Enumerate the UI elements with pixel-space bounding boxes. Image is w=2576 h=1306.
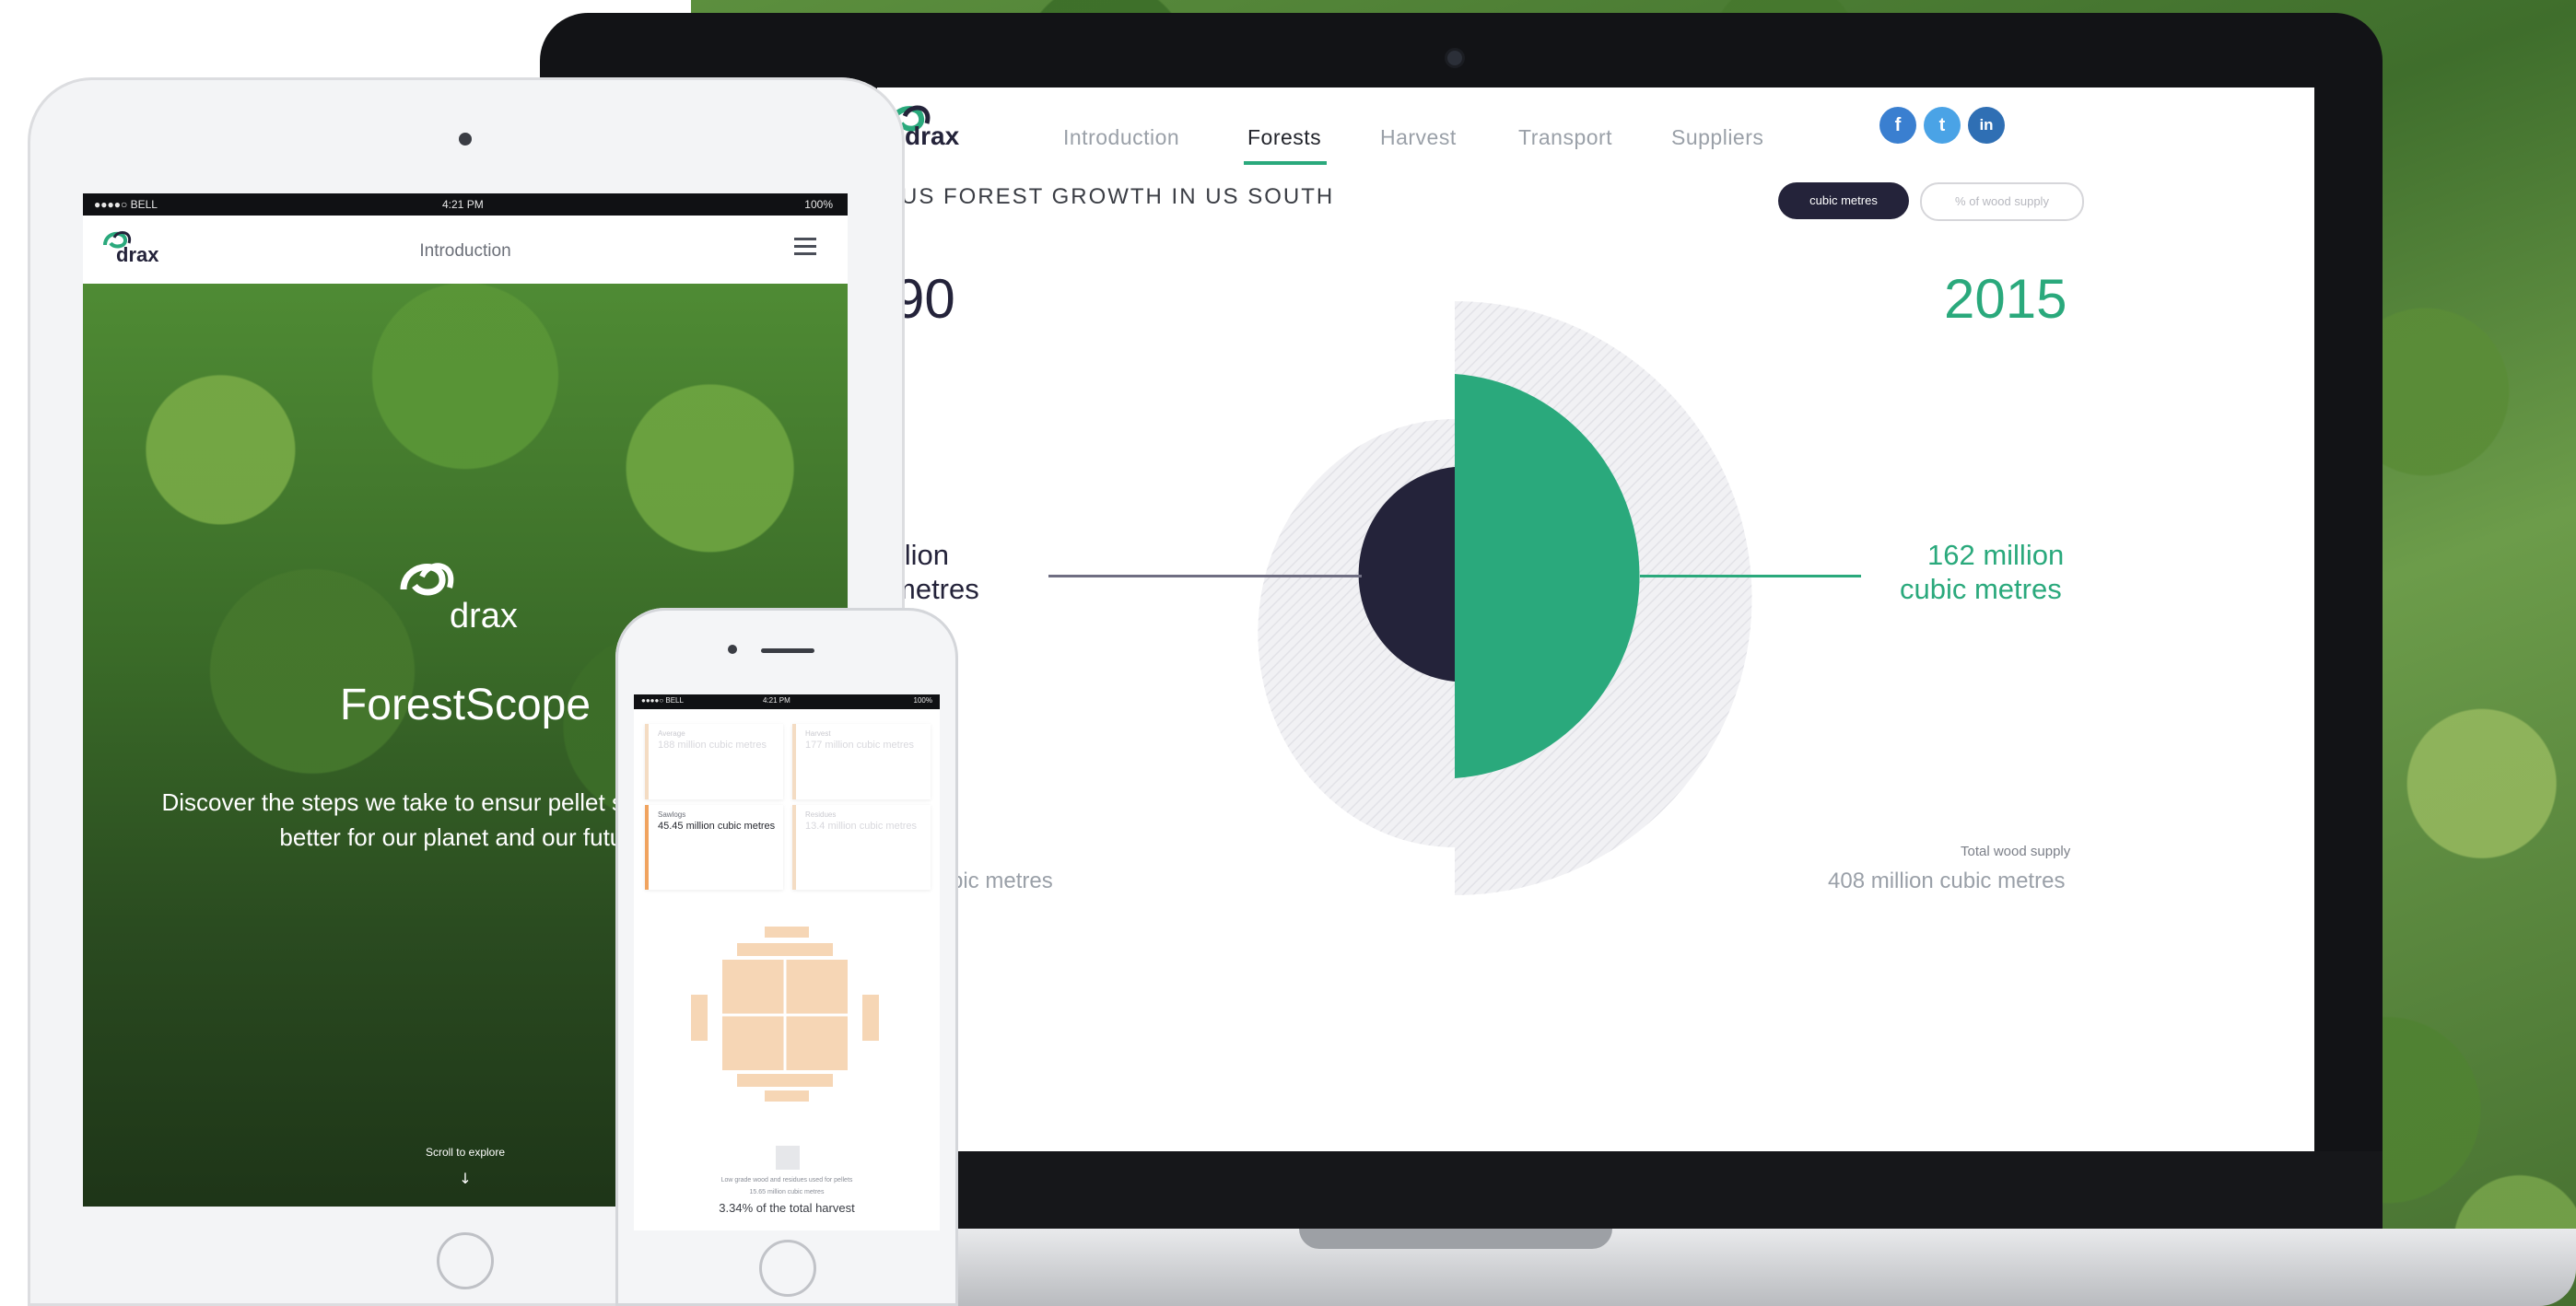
left-total-value: bic metres [951, 869, 1053, 893]
card-label: Residues [805, 810, 837, 819]
card-value: 13.4 million cubic metres [805, 821, 918, 832]
year-right: 2015 [1944, 268, 2067, 330]
nav-forests[interactable]: Forests [1247, 125, 1321, 150]
tablet-status-bar: ●●●●○ BELL 4:21 PM 100% [83, 193, 848, 216]
phone-time: 4:21 PM [763, 696, 790, 705]
tablet-page-title: Introduction [419, 241, 511, 261]
phone-footer-line2: 15.65 million cubic metres [749, 1189, 825, 1195]
card-label: Harvest [805, 729, 831, 738]
phone-battery: 100% [913, 696, 932, 705]
card-label: Sawlogs [658, 810, 686, 819]
tablet-carrier: ●●●●○ BELL [94, 198, 158, 211]
facebook-icon[interactable]: f [1879, 107, 1916, 144]
nav-transport[interactable]: Transport [1518, 125, 1612, 150]
phone-carrier: ●●●●○ BELL [641, 696, 684, 705]
wood-cross-section-diagram [691, 927, 879, 1102]
card-label: Average [658, 729, 685, 738]
nav-active-underline [1244, 161, 1327, 165]
phone-card-harvest[interactable]: Harvest 177 million cubic metres [792, 724, 931, 799]
nav-harvest[interactable]: Harvest [1380, 125, 1457, 150]
card-value: 177 million cubic metres [805, 740, 914, 751]
tablet-camera [459, 133, 472, 146]
tablet-battery: 100% [804, 198, 833, 211]
left-leader-line [1048, 575, 1362, 577]
laptop-brand: drax [905, 122, 960, 150]
left-value-line2: metres [892, 573, 979, 605]
card-value: 45.45 million cubic metres [658, 821, 776, 832]
linkedin-icon[interactable]: in [1968, 107, 2005, 144]
twitter-icon[interactable]: t [1924, 107, 1961, 144]
phone-status-bar: ●●●●○ BELL 4:21 PM 100% [634, 694, 940, 709]
nav-suppliers[interactable]: Suppliers [1671, 125, 1763, 150]
hero-brand: drax [450, 597, 518, 636]
nav-introduction[interactable]: Introduction [1063, 125, 1179, 150]
toggle-percent-supply[interactable]: % of wood supply [1920, 182, 2084, 221]
phone-card-sawlogs[interactable]: Sawlogs 45.45 million cubic metres [645, 805, 783, 890]
tablet-home-button[interactable] [437, 1232, 494, 1289]
section-title: US FOREST GROWTH IN US SOUTH [901, 184, 1335, 209]
phone-card-residues[interactable]: Residues 13.4 million cubic metres [792, 805, 931, 890]
menu-icon[interactable] [794, 238, 816, 255]
card-value: 188 million cubic metres [658, 740, 767, 751]
right-total-value: 408 million cubic metres [1828, 869, 2066, 893]
tablet-time: 4:21 PM [442, 198, 484, 211]
laptop-camera [1445, 48, 1465, 68]
phone-footer-line3: 3.34% of the total harvest [719, 1201, 855, 1215]
phone-footer-line1: Low grade wood and residues used for pel… [720, 1177, 853, 1184]
right-leader-line [1640, 575, 1861, 577]
phone-camera [728, 645, 737, 654]
phone-home-button[interactable] [759, 1240, 816, 1297]
laptop-notch [1299, 1229, 1612, 1249]
phone-speaker [761, 648, 814, 653]
right-value-line1: 162 million [1927, 539, 2065, 571]
legend-swatch [776, 1146, 800, 1170]
phone-card-average[interactable]: Average 188 million cubic metres [645, 724, 783, 799]
right-total-label: Total wood supply [1961, 844, 2071, 859]
toggle-cubic-metres[interactable]: cubic metres [1778, 182, 1909, 219]
right-value-line2: cubic metres [1900, 573, 2062, 605]
